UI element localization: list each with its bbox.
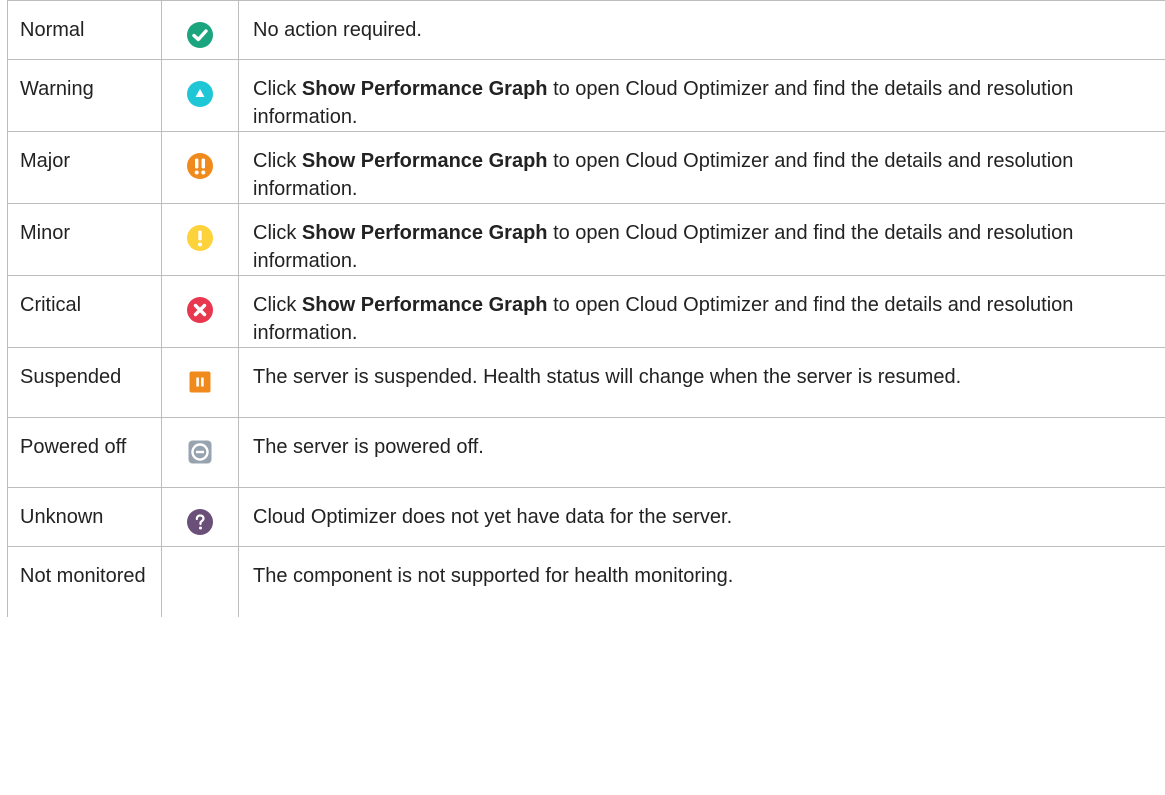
status-name: Warning xyxy=(7,59,162,132)
status-name: Major xyxy=(7,131,162,204)
status-description: Cloud Optimizer does not yet have data f… xyxy=(238,487,1165,547)
status-description: Click Show Performance Graph to open Clo… xyxy=(238,59,1165,132)
show-performance-graph-label: Show Performance Graph xyxy=(301,150,548,172)
table-row: Major Click Show Performance Graph to op… xyxy=(7,131,1165,204)
status-name: Normal xyxy=(7,0,162,60)
triangle-up-circle-icon xyxy=(186,80,214,108)
health-status-table: Normal No action required. Warning Click… xyxy=(7,0,1165,617)
table-row: Powered off The server is powered off. xyxy=(7,417,1165,488)
status-description: Click Show Performance Graph to open Clo… xyxy=(238,131,1165,204)
status-description: The component is not supported for healt… xyxy=(238,546,1165,617)
status-name: Unknown xyxy=(7,487,162,547)
show-performance-graph-label: Show Performance Graph xyxy=(301,222,548,244)
empty-icon-cell xyxy=(161,546,239,617)
table-row: Not monitored The component is not suppo… xyxy=(7,546,1165,617)
minus-circle-square-icon xyxy=(186,438,214,466)
status-description: The server is suspended. Health status w… xyxy=(238,347,1165,418)
status-description: Click Show Performance Graph to open Clo… xyxy=(238,275,1165,348)
table-row: Unknown Cloud Optimizer does not yet hav… xyxy=(7,487,1165,547)
double-exclamation-icon xyxy=(186,152,214,180)
status-name: Critical xyxy=(7,275,162,348)
table-row: Suspended The server is suspended. Healt… xyxy=(7,347,1165,418)
exclamation-circle-icon xyxy=(186,224,214,252)
pause-square-icon xyxy=(186,368,214,396)
table-row: Critical Click Show Performance Graph to… xyxy=(7,275,1165,348)
question-circle-icon xyxy=(186,508,214,536)
table-row: Minor Click Show Performance Graph to op… xyxy=(7,203,1165,276)
x-circle-icon xyxy=(186,296,214,324)
status-name: Not monitored xyxy=(7,546,162,617)
status-name: Powered off xyxy=(7,417,162,488)
status-name: Suspended xyxy=(7,347,162,418)
table-row: Warning Click Show Performance Graph to … xyxy=(7,59,1165,132)
status-description: No action required. xyxy=(238,0,1165,60)
status-description: Click Show Performance Graph to open Clo… xyxy=(238,203,1165,276)
show-performance-graph-label: Show Performance Graph xyxy=(301,294,548,316)
table-row: Normal No action required. xyxy=(7,0,1165,60)
show-performance-graph-label: Show Performance Graph xyxy=(301,78,548,100)
status-name: Minor xyxy=(7,203,162,276)
check-circle-icon xyxy=(186,21,214,49)
status-description: The server is powered off. xyxy=(238,417,1165,488)
